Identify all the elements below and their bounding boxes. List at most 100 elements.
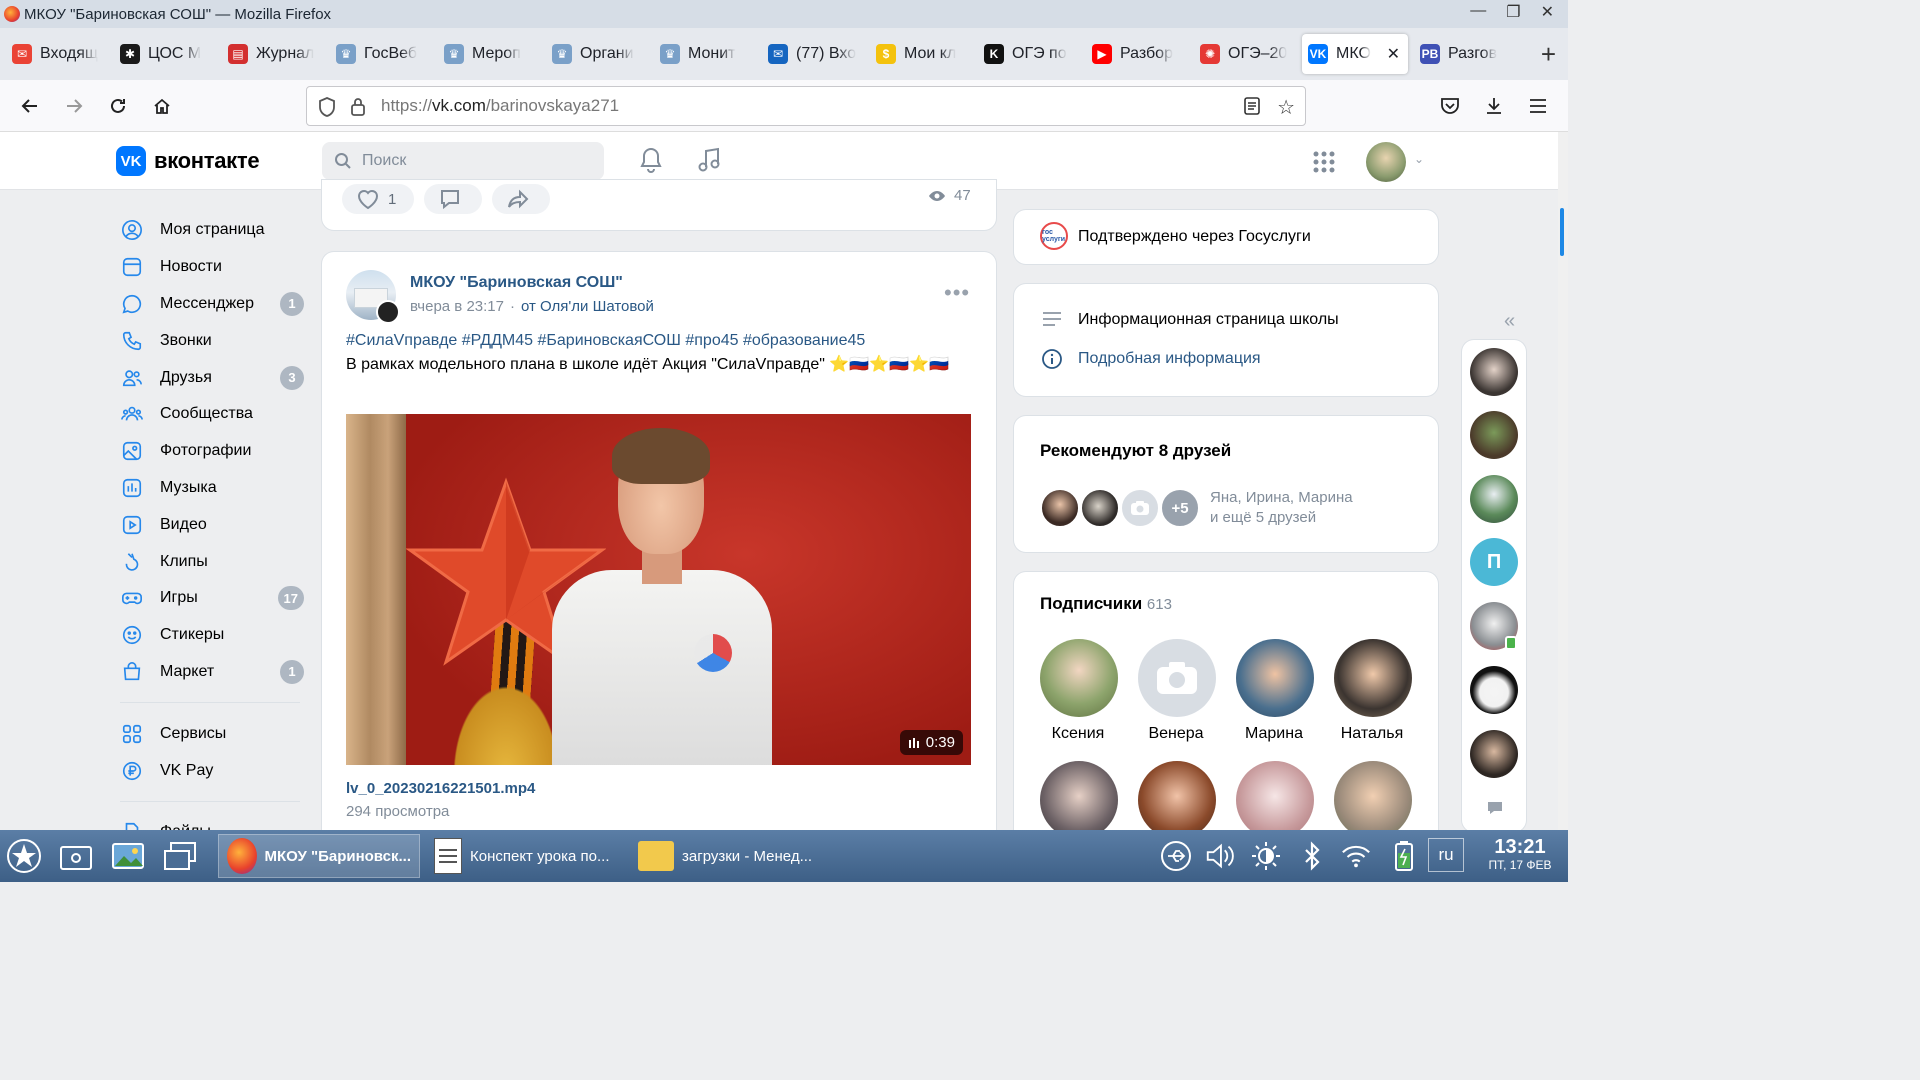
wifi-icon[interactable] xyxy=(1340,840,1372,872)
volume-icon[interactable] xyxy=(1204,840,1236,872)
subscriber-avatar[interactable] xyxy=(1334,639,1412,717)
tab-close-icon[interactable]: ✕ xyxy=(1387,44,1400,64)
desktop-switch-icon[interactable] xyxy=(56,836,96,876)
reload-button[interactable] xyxy=(106,94,130,118)
forward-button[interactable] xyxy=(62,94,86,118)
apps-grid-icon[interactable] xyxy=(1312,150,1336,178)
lock-icon[interactable] xyxy=(349,96,367,123)
page-scrollbar[interactable] xyxy=(1558,132,1568,830)
menu-item-message[interactable]: Мессенджер 1 xyxy=(116,286,308,323)
bookmark-star-icon[interactable]: ☆ xyxy=(1277,95,1295,120)
menu-item-clips[interactable]: Клипы xyxy=(116,543,308,580)
post-signer[interactable]: от Оля'ли Шатовой xyxy=(521,298,654,315)
app-menu-icon[interactable] xyxy=(1526,94,1550,118)
taskbar-window-document[interactable]: Конспект урока по... xyxy=(426,834,626,878)
subscriber-name[interactable]: Ксения xyxy=(1028,725,1128,743)
subscriber-avatar[interactable] xyxy=(1236,761,1314,839)
menu-item-services[interactable]: Сервисы xyxy=(116,715,308,752)
menu-item-stickers[interactable]: Стикеры xyxy=(116,617,308,654)
share-button[interactable] xyxy=(492,184,550,214)
tracking-shield-icon[interactable] xyxy=(317,96,337,123)
battery-charging-icon[interactable] xyxy=(1388,840,1420,872)
image-viewer-icon[interactable] xyxy=(108,836,148,876)
tab-9[interactable]: K ОГЭ по xyxy=(978,34,1086,74)
scrollbar-thumb[interactable] xyxy=(1560,208,1564,256)
subscriber-avatar[interactable] xyxy=(1334,761,1412,839)
taskbar-window-firefox[interactable]: МКОУ "Бариновск... xyxy=(218,834,420,878)
tab-3[interactable]: ♛ ГосВеб xyxy=(330,34,438,74)
friend-strip-avatar[interactable] xyxy=(1470,666,1518,714)
friend-avatar[interactable] xyxy=(1080,488,1120,528)
usb-icon[interactable] xyxy=(1160,840,1192,872)
subscriber-avatar[interactable] xyxy=(1138,761,1216,839)
video-file-name[interactable]: lv_0_20230216221501.mp4 xyxy=(346,780,535,797)
minimize-button[interactable]: — xyxy=(1470,2,1486,22)
friend-strip-avatar[interactable] xyxy=(1470,475,1518,523)
tab-6[interactable]: ♛ Монит xyxy=(654,34,762,74)
menu-item-music[interactable]: Музыка xyxy=(116,470,308,507)
post-more-button[interactable]: ••• xyxy=(944,280,970,306)
music-note-icon[interactable] xyxy=(696,146,722,178)
search-input[interactable]: Поиск xyxy=(322,142,604,180)
keyboard-layout-indicator[interactable]: ru xyxy=(1428,838,1464,872)
reader-view-icon[interactable] xyxy=(1243,97,1261,120)
tab-12[interactable]: VK МКО ✕ xyxy=(1302,34,1408,74)
subscriber-avatar[interactable] xyxy=(1040,639,1118,717)
menu-item-news[interactable]: Новости xyxy=(116,249,308,286)
post-hashtags[interactable]: #СилаVправде #РДДМ45 #БариновскаяСОШ #пр… xyxy=(346,332,865,350)
tab-0[interactable]: ✉ Входящ xyxy=(6,34,114,74)
friend-avatar-placeholder[interactable] xyxy=(1120,488,1160,528)
back-button[interactable] xyxy=(18,94,42,118)
comment-button[interactable] xyxy=(424,184,482,214)
menu-item-games[interactable]: Игры 17 xyxy=(116,580,308,617)
tab-7[interactable]: ✉ (77) Вхо xyxy=(762,34,870,74)
subscribers-title[interactable]: Подписчики 613 xyxy=(1040,594,1172,614)
tab-4[interactable]: ♛ Мероп xyxy=(438,34,546,74)
new-tab-button[interactable]: + xyxy=(1541,39,1556,70)
menu-item-market[interactable]: Маркет 1 xyxy=(116,654,308,691)
tab-5[interactable]: ♛ Органи xyxy=(546,34,654,74)
post-time[interactable]: вчера в 23:17 xyxy=(410,298,504,315)
friend-avatar[interactable] xyxy=(1040,488,1080,528)
more-info-link[interactable]: Подробная информация xyxy=(1078,350,1261,368)
pocket-icon[interactable] xyxy=(1438,94,1462,118)
tab-13[interactable]: PB Разгов xyxy=(1414,34,1522,74)
friend-strip-avatar[interactable] xyxy=(1470,348,1518,396)
subscriber-name[interactable]: Венера xyxy=(1126,725,1226,743)
url-bar[interactable]: https://vk.com/barinovskaya271 ☆ xyxy=(306,86,1306,126)
profile-avatar[interactable] xyxy=(1366,142,1406,182)
close-window-button[interactable]: ✕ xyxy=(1541,2,1554,22)
tab-10[interactable]: ▶ Разбор xyxy=(1086,34,1194,74)
windows-overview-icon[interactable] xyxy=(160,836,200,876)
tab-2[interactable]: ▤ Журнал xyxy=(222,34,330,74)
friend-strip-avatar[interactable] xyxy=(1470,411,1518,459)
menu-item-phone[interactable]: Звонки xyxy=(116,322,308,359)
post-author[interactable]: МКОУ "Бариновская СОШ" xyxy=(410,274,623,292)
start-menu-icon[interactable] xyxy=(4,836,44,876)
menu-item-user-circle[interactable]: Моя страница xyxy=(116,212,308,249)
subscriber-name[interactable]: Марина xyxy=(1224,725,1324,743)
downloads-icon[interactable] xyxy=(1482,94,1506,118)
maximize-button[interactable]: ❐ xyxy=(1506,2,1520,22)
friend-strip-avatar[interactable] xyxy=(1470,730,1518,778)
menu-item-friends[interactable]: Друзья 3 xyxy=(116,359,308,396)
like-button[interactable]: 1 xyxy=(342,184,414,214)
menu-item-photo[interactable]: Фотографии xyxy=(116,433,308,470)
chevron-down-icon[interactable]: ⌄ xyxy=(1414,152,1424,166)
clock[interactable]: 13:21 ПТ, 17 ФЕВ xyxy=(1474,836,1566,872)
tab-8[interactable]: $ Мои кл xyxy=(870,34,978,74)
notifications-bell-icon[interactable] xyxy=(638,146,664,178)
collapse-chevron-icon[interactable]: « xyxy=(1504,310,1515,333)
tab-1[interactable]: ✱ ЦОС М xyxy=(114,34,222,74)
friend-strip-letter-avatar[interactable]: П xyxy=(1470,538,1518,586)
subscriber-avatar-placeholder[interactable] xyxy=(1138,639,1216,717)
menu-item-communities[interactable]: Сообщества xyxy=(116,396,308,433)
chat-bubble-icon[interactable] xyxy=(1486,800,1504,820)
brightness-icon[interactable] xyxy=(1250,840,1282,872)
menu-item-vkpay[interactable]: VK Pay xyxy=(116,752,308,789)
subscriber-avatar[interactable] xyxy=(1236,639,1314,717)
subscriber-avatar[interactable] xyxy=(1040,761,1118,839)
more-friends-count[interactable]: +5 xyxy=(1160,488,1200,528)
taskbar-window-files[interactable]: загрузки - Менед... xyxy=(630,834,830,878)
video-player[interactable]: 0:39 xyxy=(346,414,971,765)
